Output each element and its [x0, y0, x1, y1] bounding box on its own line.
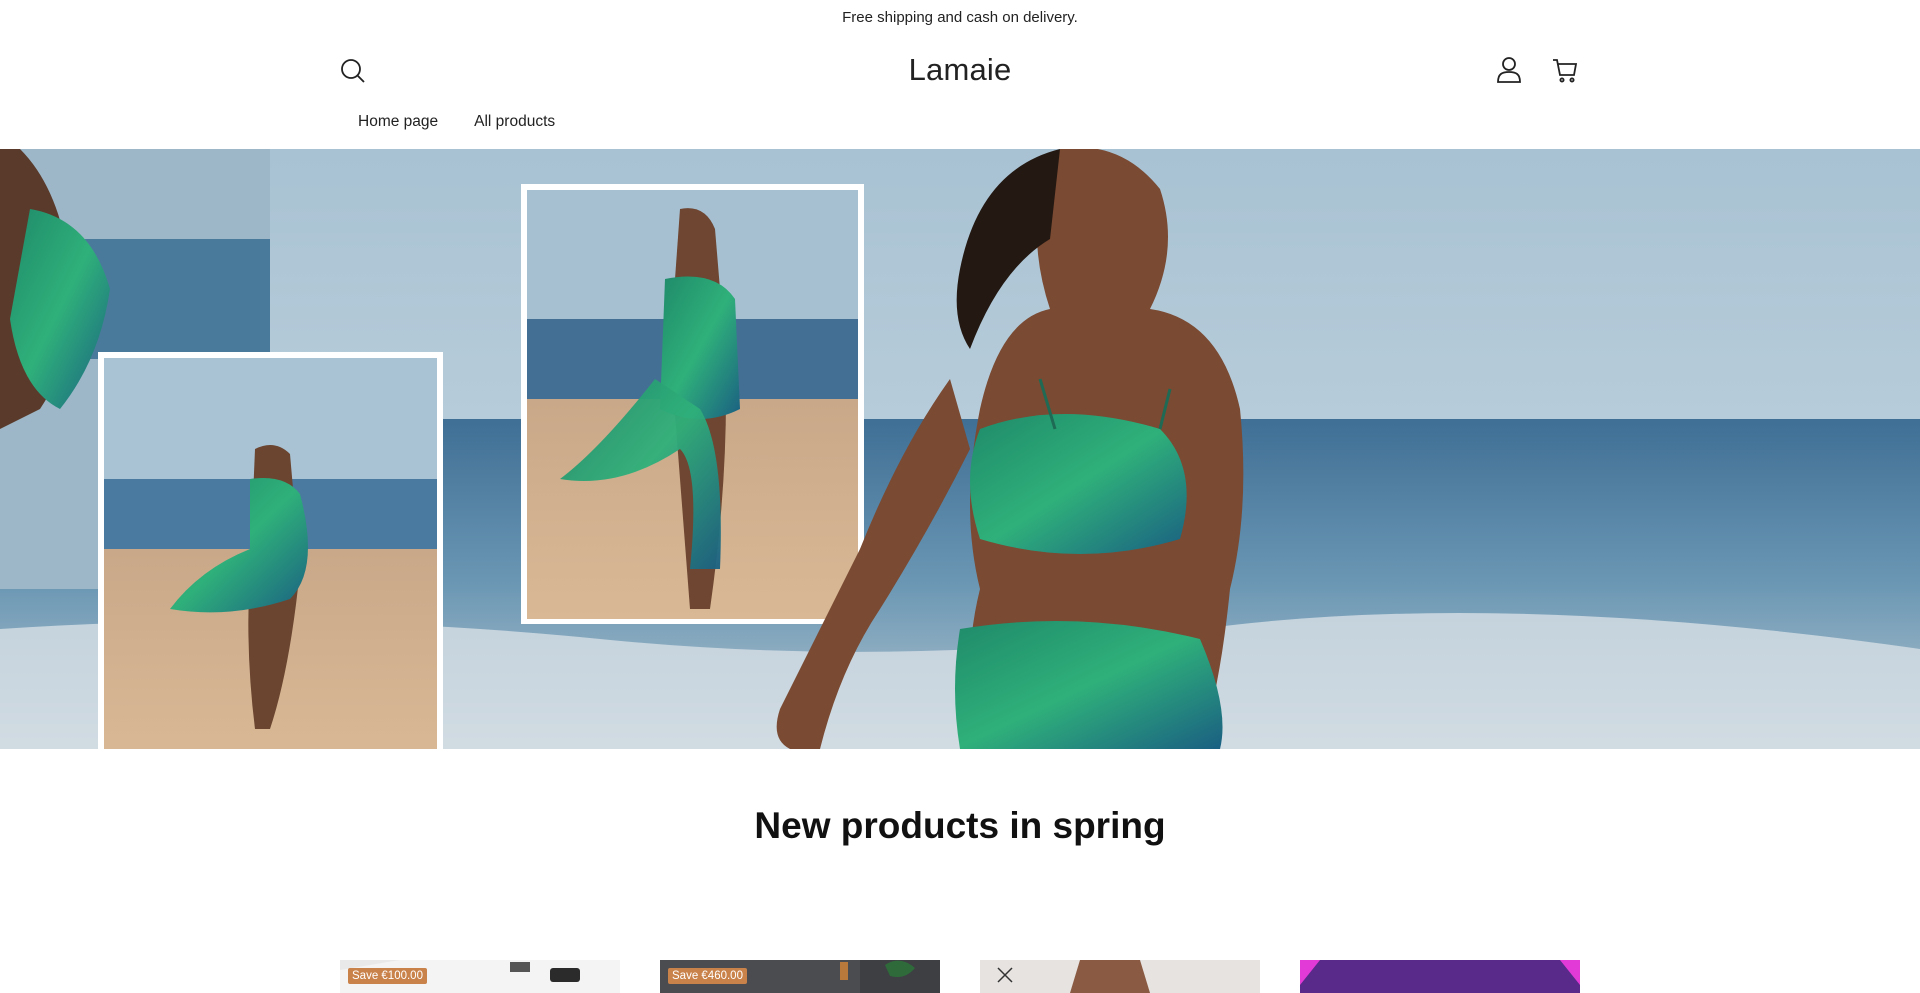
product-card[interactable]: [1300, 960, 1580, 993]
sale-badge: Save €460.00: [668, 968, 747, 984]
section-title: New products in spring: [754, 805, 1166, 846]
cart-button[interactable]: [1548, 53, 1582, 87]
product-grid: Save €100.00 Save €460.00: [340, 960, 1580, 993]
account-icon: [1497, 57, 1521, 83]
product-card[interactable]: Save €460.00: [660, 960, 940, 993]
site-header: Lamaie Home page All products: [0, 34, 1920, 149]
hero-image: [0, 149, 1920, 749]
site-logo: Lamaie: [0, 52, 1920, 88]
product-card[interactable]: [980, 960, 1260, 993]
main-nav: Home page All products: [340, 113, 573, 131]
product-card[interactable]: Save €100.00: [340, 960, 620, 993]
hero-banner: [0, 149, 1920, 749]
sale-badge: Save €100.00: [348, 968, 427, 984]
logo-link[interactable]: Lamaie: [909, 52, 1012, 87]
cart-icon: [1553, 59, 1578, 83]
product-image: [1300, 960, 1580, 993]
nav-item-all-products[interactable]: All products: [456, 113, 573, 131]
product-image: [980, 960, 1260, 993]
nav-item-home[interactable]: Home page: [340, 113, 456, 131]
account-button[interactable]: [1492, 53, 1526, 87]
announcement-text: Free shipping and cash on delivery.: [842, 8, 1078, 26]
announcement-bar: Free shipping and cash on delivery.: [0, 0, 1920, 34]
